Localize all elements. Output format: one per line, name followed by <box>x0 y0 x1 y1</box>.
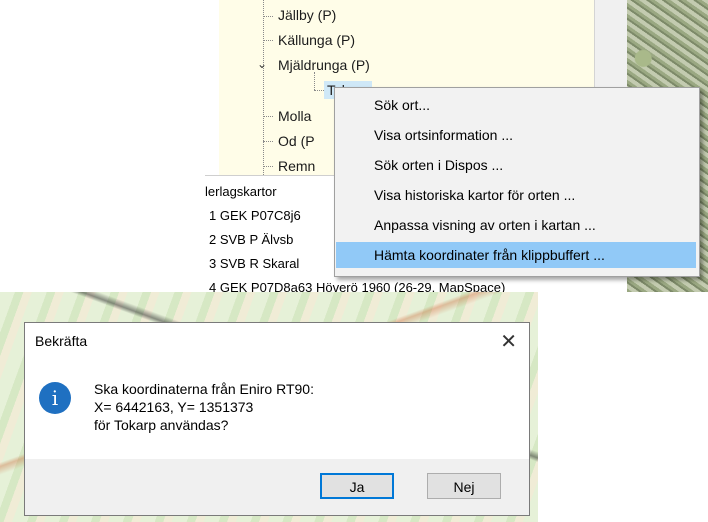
dialog-message-line: X= 6442163, Y= 1351373 <box>94 399 254 415</box>
yes-button[interactable]: Ja <box>320 473 394 499</box>
layer-item[interactable]: 2 SVB P Älvsb <box>209 232 293 247</box>
tree-item-od[interactable]: Od (P <box>278 132 315 150</box>
layer-item[interactable]: 3 SVB R Skaral <box>209 256 299 271</box>
menu-item-sok-ort[interactable]: Sök ort... <box>336 92 696 118</box>
bottom-screenshot: Bekräfta ✕ i Ska koordinaterna från Enir… <box>0 292 538 522</box>
tree-connector <box>263 141 273 142</box>
tree-item-remn[interactable]: Remn <box>278 157 315 175</box>
menu-item-historiska-kartor[interactable]: Visa historiska kartor för orten ... <box>336 182 696 208</box>
tree-connector <box>263 166 273 167</box>
no-button[interactable]: Nej <box>427 473 501 499</box>
layer-item[interactable]: 4 GEK P07D8a63 Höverö 1960 (26-29, MapSp… <box>209 280 505 292</box>
info-icon: i <box>39 382 71 414</box>
dialog-message-line: Ska koordinaterna från Eniro RT90: <box>94 381 314 397</box>
tree-item-kallunga[interactable]: Källunga (P) <box>278 31 355 49</box>
menu-item-hamta-koordinater[interactable]: Hämta koordinater från klippbuffert ... <box>336 242 696 268</box>
confirm-dialog: Bekräfta ✕ i Ska koordinaterna från Enir… <box>24 322 530 516</box>
top-screenshot: Jällby (P) Källunga (P) ⌄ Mjäldrunga (P)… <box>205 0 708 292</box>
dialog-button-bar: Ja Nej <box>25 459 529 515</box>
chevron-down-icon[interactable]: ⌄ <box>257 57 267 71</box>
tree-item-mjaldrunga[interactable]: Mjäldrunga (P) <box>278 56 370 74</box>
tree-connector <box>263 16 273 17</box>
context-menu: Sök ort... Visa ortsinformation ... Sök … <box>334 87 700 277</box>
menu-item-sok-i-dispos[interactable]: Sök orten i Dispos ... <box>336 152 696 178</box>
tree-connector <box>314 72 315 90</box>
menu-item-anpassa-visning[interactable]: Anpassa visning av orten i kartan ... <box>336 212 696 238</box>
tree-connector <box>263 0 264 175</box>
tree-connector <box>314 90 324 91</box>
close-icon[interactable]: ✕ <box>500 329 517 354</box>
tree-connector <box>263 116 273 117</box>
dialog-title: Bekräfta <box>35 333 88 349</box>
tree-item-jallby[interactable]: Jällby (P) <box>278 6 336 24</box>
layer-list-header: lerlagskartor <box>205 184 277 199</box>
layer-item[interactable]: 1 GEK P07C8j6 <box>209 208 301 223</box>
dialog-message-line: för Tokarp användas? <box>94 417 229 433</box>
tree-item-molla[interactable]: Molla <box>278 107 311 125</box>
tree-connector <box>263 40 273 41</box>
menu-item-visa-ortsinformation[interactable]: Visa ortsinformation ... <box>336 122 696 148</box>
